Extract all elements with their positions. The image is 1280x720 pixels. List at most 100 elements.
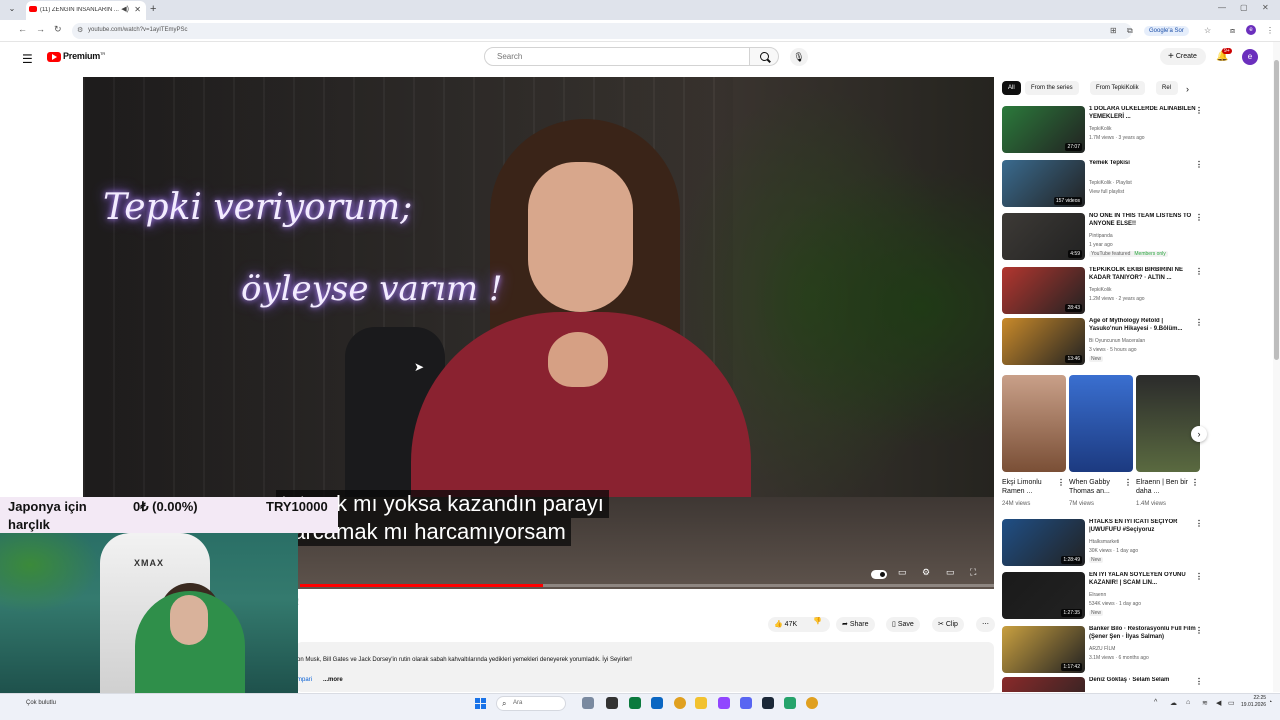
- channel-name[interactable]: TepkiKolik: [1089, 126, 1112, 132]
- video-title[interactable]: EN İYİ YALAN SÖYLEYEN OYUNU KAZANIR! | S…: [1089, 572, 1197, 587]
- page-scrollbar-thumb[interactable]: [1274, 60, 1279, 360]
- chips-next-icon[interactable]: ›: [1186, 84, 1189, 94]
- discord-icon[interactable]: [740, 697, 752, 709]
- video-title[interactable]: Banker Bilo · Restorasyonlu Full Film (Ş…: [1089, 626, 1197, 641]
- video-progress-bar[interactable]: [300, 584, 994, 587]
- recommendation-item[interactable]: 1:28:49 HTALKS EN İYİ İCATI SEÇİYOR |UWUF…: [1002, 519, 1203, 569]
- chip-from-series[interactable]: From the series: [1025, 81, 1079, 95]
- channel-name[interactable]: Elraenn: [1089, 592, 1106, 598]
- short-thumbnail[interactable]: [1069, 375, 1133, 472]
- description-box[interactable]: [296, 642, 994, 692]
- notification-center-icon[interactable]: ◔: [1268, 699, 1272, 706]
- video-menu-icon[interactable]: ⋮: [1195, 106, 1203, 115]
- video-title[interactable]: TEPKİKOLİK EKİBİ BİRBİRİNİ NE KADAR TANI…: [1089, 267, 1197, 282]
- description-more-button[interactable]: ...more: [323, 677, 343, 683]
- video-title[interactable]: NO ONE IN THIS TEAM LISTENS TO ANYONE EL…: [1089, 213, 1197, 228]
- autoplay-toggle[interactable]: [871, 570, 887, 579]
- video-thumbnail[interactable]: 1:27:35: [1002, 572, 1085, 619]
- settings-gear-icon[interactable]: ⚙: [922, 567, 930, 578]
- chrome-icon[interactable]: [674, 697, 686, 709]
- forward-icon[interactable]: →: [36, 24, 45, 34]
- video-thumbnail[interactable]: 13:46: [1002, 318, 1085, 365]
- short-title[interactable]: Ekşi Limonlu Ramen ...: [1002, 478, 1056, 496]
- google-sor-button[interactable]: Google'a Sor: [1144, 26, 1189, 36]
- extensions-icon[interactable]: ⧈: [1230, 26, 1235, 36]
- minimize-icon[interactable]: —: [1218, 3, 1226, 12]
- short-title[interactable]: When Gabby Thomas an...: [1069, 478, 1123, 496]
- youtube-logo-icon[interactable]: [47, 52, 61, 62]
- recommendation-item[interactable]: 157 videos Yemek Tepkisi TepkiKolik · Play…: [1002, 160, 1203, 210]
- tray-app-icon[interactable]: ☁: [1170, 699, 1177, 707]
- short-title[interactable]: Elraenn | Ben bir daha ...: [1136, 478, 1190, 496]
- windows-start-icon[interactable]: [475, 698, 486, 709]
- video-menu-icon[interactable]: ⋮: [1195, 572, 1203, 581]
- install-icon[interactable]: ⧉: [1127, 26, 1133, 36]
- taskbar-search[interactable]: Ara: [496, 696, 566, 711]
- channel-name[interactable]: Htalksmarketi: [1089, 539, 1119, 545]
- guide-menu-icon[interactable]: ☰: [22, 52, 33, 66]
- youtube-premium-logo[interactable]: PremiumTR: [63, 51, 105, 61]
- recommendation-item[interactable]: 1:27:35 EN İYİ YALAN SÖYLEYEN OYUNU KAZAN…: [1002, 572, 1203, 622]
- weather-widget[interactable]: Çok bulutlu: [26, 700, 56, 706]
- recommendation-item[interactable]: 28:43 TEPKİKOLİK EKİBİ BİRBİRİNİ NE KADAR…: [1002, 267, 1203, 317]
- video-title[interactable]: Age of Mythology Retold | Yasuko'nun Hik…: [1089, 318, 1197, 333]
- tray-chevron-icon[interactable]: ^: [1154, 699, 1157, 706]
- share-button[interactable]: ➦ Share: [836, 617, 875, 632]
- video-thumbnail[interactable]: 157 videos: [1002, 160, 1085, 207]
- video-thumbnail[interactable]: 1:17:42: [1002, 626, 1085, 673]
- save-button[interactable]: ▯ Save: [886, 617, 920, 632]
- voice-search-icon[interactable]: 🎙: [790, 48, 808, 66]
- video-thumbnail[interactable]: 28:43: [1002, 267, 1085, 314]
- video-title[interactable]: Deniz Göktaş · Selam Selam: [1089, 677, 1197, 685]
- fullscreen-icon[interactable]: ⛶: [970, 567, 976, 578]
- search-button[interactable]: [750, 47, 779, 66]
- dislike-icon[interactable]: 👎: [813, 617, 822, 632]
- app-icon[interactable]: [629, 697, 641, 709]
- site-info-icon[interactable]: ⚙: [77, 26, 83, 34]
- video-menu-icon[interactable]: ⋮: [1195, 519, 1203, 528]
- clip-button[interactable]: ✂ Clip: [932, 617, 964, 632]
- video-menu-icon[interactable]: ⋮: [1195, 213, 1203, 222]
- translate-icon[interactable]: ⊞: [1110, 26, 1117, 35]
- twitch-icon[interactable]: [718, 697, 730, 709]
- steam-icon[interactable]: [762, 697, 774, 709]
- video-menu-icon[interactable]: ⋮: [1195, 677, 1202, 686]
- maximize-icon[interactable]: ▢: [1240, 3, 1248, 12]
- wifi-icon[interactable]: ≋: [1202, 699, 1208, 707]
- search-input[interactable]: [484, 47, 750, 66]
- audio-icon[interactable]: ◀): [121, 5, 129, 13]
- recommendation-item[interactable]: 4:59 NO ONE IN THIS TEAM LISTENS TO ANYON…: [1002, 213, 1203, 263]
- app-icon-2[interactable]: [784, 697, 796, 709]
- video-thumbnail[interactable]: 27:07: [1002, 106, 1085, 153]
- video-thumbnail[interactable]: 1:28:49: [1002, 519, 1085, 566]
- captions-icon[interactable]: ▭: [898, 567, 907, 578]
- url-field[interactable]: ⚙ youtube.com/watch?v=1ayITEmyPSc: [72, 23, 1132, 39]
- volume-icon[interactable]: ◀: [1216, 699, 1221, 707]
- video-menu-icon[interactable]: ⋮: [1195, 160, 1203, 169]
- browser-tab[interactable]: (11) ZENGİN İNSANLARIN ... ◀) ✕: [26, 1, 146, 20]
- more-actions-icon[interactable]: ⋯: [976, 617, 995, 632]
- short-thumbnail[interactable]: [1136, 375, 1200, 472]
- bookmark-star-icon[interactable]: ☆: [1204, 26, 1211, 35]
- back-icon[interactable]: ←: [18, 24, 27, 34]
- tab-close-icon[interactable]: ✕: [134, 5, 141, 14]
- recommendation-item[interactable]: 13:46 Age of Mythology Retold | Yasuko'nu…: [1002, 318, 1203, 368]
- task-view-icon[interactable]: [606, 697, 618, 709]
- channel-name[interactable]: TepkiKolik: [1089, 287, 1112, 293]
- chrome-profile-icon[interactable]: [806, 697, 818, 709]
- recommendation-item[interactable]: 1:17:42 Banker Bilo · Restorasyonlu Full …: [1002, 626, 1203, 676]
- video-menu-icon[interactable]: ⋮: [1195, 318, 1203, 327]
- account-avatar[interactable]: e: [1242, 49, 1258, 65]
- short-thumbnail[interactable]: [1002, 375, 1066, 472]
- channel-name[interactable]: ARZU FİLM: [1089, 646, 1115, 652]
- chip-all[interactable]: All: [1002, 81, 1021, 95]
- recommendation-item[interactable]: Deniz Göktaş · Selam Selam ⋮: [1002, 677, 1202, 692]
- video-thumbnail[interactable]: [1002, 677, 1085, 692]
- short-menu-icon[interactable]: ⋮: [1057, 478, 1065, 487]
- tab-search-icon[interactable]: ⌄: [5, 4, 19, 16]
- network-icon[interactable]: ⌂: [1186, 699, 1190, 706]
- video-title[interactable]: HTALKS EN İYİ İCATI SEÇİYOR |UWUFUFU #Se…: [1089, 519, 1197, 534]
- chip-from-tepkikolik[interactable]: From TepkiKolik: [1090, 81, 1145, 95]
- reload-icon[interactable]: ↻: [54, 24, 62, 35]
- channel-name[interactable]: Pintipanda: [1089, 233, 1113, 239]
